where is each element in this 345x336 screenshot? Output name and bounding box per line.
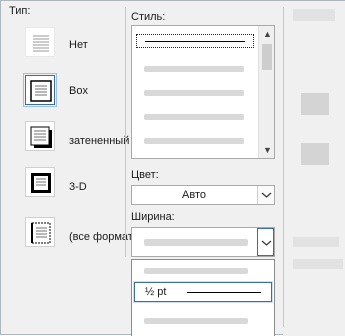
setting-box-label: Box — [69, 85, 88, 97]
solid-line-sample — [145, 41, 245, 42]
style-item[interactable] — [144, 138, 244, 144]
scroll-thumb[interactable] — [262, 44, 272, 70]
setting-3d-label: 3-D — [69, 181, 87, 193]
preview-middle-border-button[interactable] — [301, 143, 329, 165]
preview-text — [293, 237, 339, 247]
style-item[interactable] — [144, 90, 244, 96]
setting-shadow-label: затененный — [69, 135, 130, 147]
style-item-solid[interactable] — [136, 34, 254, 48]
style-item[interactable] — [144, 66, 244, 72]
chevron-down-icon — [261, 240, 272, 246]
divider — [125, 7, 126, 257]
setting-box-button[interactable] — [23, 73, 57, 107]
color-select[interactable]: Авто — [131, 185, 275, 205]
preview-text — [293, 259, 343, 269]
setting-3d-button[interactable] — [25, 167, 55, 197]
border-box-icon — [30, 80, 52, 102]
color-dropdown-button[interactable] — [257, 186, 274, 204]
style-list[interactable]: ▲ ▼ — [131, 25, 275, 159]
width-dropdown-button[interactable] — [257, 228, 274, 256]
style-title: Стиль: — [131, 11, 166, 23]
border-custom-icon — [31, 222, 51, 244]
width-title: Ширина: — [131, 211, 175, 223]
width-option-label: ½ pt — [145, 286, 167, 298]
border-none-icon — [33, 35, 49, 52]
preview-title — [293, 9, 335, 21]
border-shadow-icon — [30, 126, 52, 148]
color-select-value: Авто — [182, 189, 206, 201]
scroll-up-icon[interactable]: ▲ — [263, 29, 272, 39]
width-dropdown-list[interactable]: ½ pt — [131, 259, 275, 336]
width-option[interactable] — [144, 268, 248, 274]
border-3d-icon — [31, 173, 51, 193]
preview-panel — [283, 1, 345, 336]
setting-none-label: Нет — [69, 39, 88, 51]
width-option[interactable] — [144, 318, 248, 324]
width-select[interactable] — [131, 227, 275, 257]
setting-title: Тип: — [9, 5, 31, 17]
setting-none-button[interactable] — [25, 27, 55, 57]
scroll-down-icon[interactable]: ▼ — [263, 145, 272, 155]
color-title: Цвет: — [131, 169, 159, 181]
borders-dialog: Тип: Нет Box затененный 3-D (все форматы… — [0, 0, 345, 336]
style-item[interactable] — [144, 114, 244, 120]
line-sample — [187, 292, 261, 293]
setting-shadow-button[interactable] — [25, 121, 55, 151]
width-select-value — [144, 239, 248, 246]
chevron-down-icon — [261, 192, 272, 198]
width-option-selected[interactable]: ½ pt — [133, 281, 273, 303]
style-list-scrollbar[interactable]: ▲ ▼ — [258, 26, 274, 158]
divider — [283, 7, 284, 327]
setting-custom-button[interactable] — [25, 217, 55, 247]
preview-top-border-button[interactable] — [301, 93, 329, 115]
